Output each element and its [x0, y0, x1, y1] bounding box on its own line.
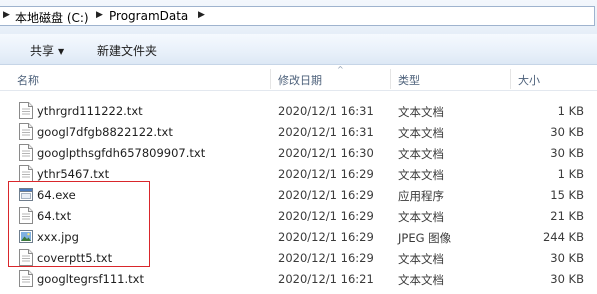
file-size: 30 KB: [550, 125, 584, 139]
file-date: 2020/12/1 16:29: [278, 188, 374, 202]
breadcrumb-separator-icon[interactable]: ▶: [96, 10, 103, 20]
file-type: 应用程序: [398, 189, 444, 203]
text-file-icon: [19, 102, 33, 119]
file-size: 244 KB: [542, 230, 584, 244]
file-size: 15 KB: [550, 188, 584, 202]
column-divider[interactable]: [390, 69, 391, 89]
column-date[interactable]: 修改日期: [278, 72, 322, 88]
file-date: 2020/12/1 16:21: [278, 272, 374, 286]
file-name: xxx.jpg: [37, 230, 79, 244]
text-file-icon: [19, 123, 33, 140]
breadcrumb-folder[interactable]: ProgramData: [109, 9, 188, 23]
address-bar: ▶ 本地磁盘 (C:) ▶ ProgramData ▶: [0, 0, 597, 34]
breadcrumb-separator-icon[interactable]: ▶: [3, 10, 10, 20]
file-type: 文本文档: [398, 126, 444, 140]
file-name: 64.exe: [37, 188, 76, 202]
file-size: 30 KB: [550, 251, 584, 265]
text-file-icon: [19, 207, 33, 224]
column-divider[interactable]: [510, 69, 511, 89]
file-size: 30 KB: [550, 146, 584, 160]
column-name[interactable]: 名称: [17, 72, 39, 88]
column-divider[interactable]: [270, 69, 271, 89]
file-date: 2020/12/1 16:29: [278, 209, 374, 223]
text-file-icon: [19, 144, 33, 161]
file-date: 2020/12/1 16:31: [278, 104, 374, 118]
file-row[interactable]: googl7dfgb8822122.txt 2020/12/1 16:31 文本…: [0, 121, 597, 142]
file-row[interactable]: googltegrsf111.txt 2020/12/1 16:21 文本文档 …: [0, 268, 597, 289]
file-size: 30 KB: [550, 272, 584, 286]
file-type: 文本文档: [398, 105, 444, 119]
file-row[interactable]: coverptt5.txt 2020/12/1 16:29 文本文档 30 KB: [0, 247, 597, 268]
file-name: 64.txt: [37, 209, 72, 223]
file-name: ythr5467.txt: [37, 167, 110, 181]
file-name: coverptt5.txt: [37, 251, 113, 265]
column-size[interactable]: 大小: [518, 72, 540, 88]
breadcrumb-separator-icon[interactable]: ▶: [198, 10, 205, 20]
share-button[interactable]: 共享 ▼: [30, 42, 64, 59]
new-folder-label: 新建文件夹: [97, 44, 158, 58]
file-type: 文本文档: [398, 273, 444, 287]
file-type: 文本文档: [398, 147, 444, 161]
file-type: 文本文档: [398, 168, 444, 182]
file-row[interactable]: ythr5467.txt 2020/12/1 16:29 文本文档 1 KB: [0, 163, 597, 184]
file-date: 2020/12/1 16:31: [278, 125, 374, 139]
file-date: 2020/12/1 16:29: [278, 251, 374, 265]
file-name: googlpthsgfdh657809907.txt: [37, 146, 206, 160]
file-name: googl7dfgb8822122.txt: [37, 125, 173, 139]
file-date: 2020/12/1 16:29: [278, 167, 374, 181]
sort-up-icon: ^: [337, 65, 344, 74]
file-size: 1 KB: [557, 167, 584, 181]
image-file-icon: [19, 228, 33, 245]
file-type: 文本文档: [398, 210, 444, 224]
application-icon: [19, 186, 33, 203]
file-name: googltegrsf111.txt: [37, 272, 144, 286]
address-field[interactable]: ▶ 本地磁盘 (C:) ▶ ProgramData ▶: [0, 6, 595, 26]
text-file-icon: [19, 270, 33, 287]
file-row[interactable]: ythrgrd111222.txt 2020/12/1 16:31 文本文档 1…: [0, 100, 597, 121]
breadcrumb-drive[interactable]: 本地磁盘 (C:): [15, 9, 89, 26]
file-size: 1 KB: [557, 104, 584, 118]
file-row[interactable]: 64.txt 2020/12/1 16:29 文本文档 21 KB: [0, 205, 597, 226]
file-type: JPEG 图像: [398, 231, 452, 245]
share-label: 共享: [30, 44, 55, 58]
command-toolbar: 共享 ▼ 新建文件夹: [0, 34, 597, 65]
new-folder-button[interactable]: 新建文件夹: [97, 42, 157, 59]
file-row[interactable]: xxx.jpg 2020/12/1 16:29 JPEG 图像 244 KB: [0, 226, 597, 247]
file-size: 21 KB: [550, 209, 584, 223]
file-date: 2020/12/1 16:29: [278, 230, 374, 244]
chevron-down-icon: ▼: [58, 47, 65, 56]
file-type: 文本文档: [398, 252, 444, 266]
file-row[interactable]: 64.exe 2020/12/1 16:29 应用程序 15 KB: [0, 184, 597, 205]
file-name: ythrgrd111222.txt: [37, 104, 143, 118]
text-file-icon: [19, 249, 33, 266]
file-row[interactable]: googlpthsgfdh657809907.txt 2020/12/1 16:…: [0, 142, 597, 163]
file-date: 2020/12/1 16:30: [278, 146, 374, 160]
column-header: 名称 ^ 修改日期 类型 大小: [0, 65, 597, 91]
column-type[interactable]: 类型: [398, 72, 420, 88]
text-file-icon: [19, 165, 33, 182]
